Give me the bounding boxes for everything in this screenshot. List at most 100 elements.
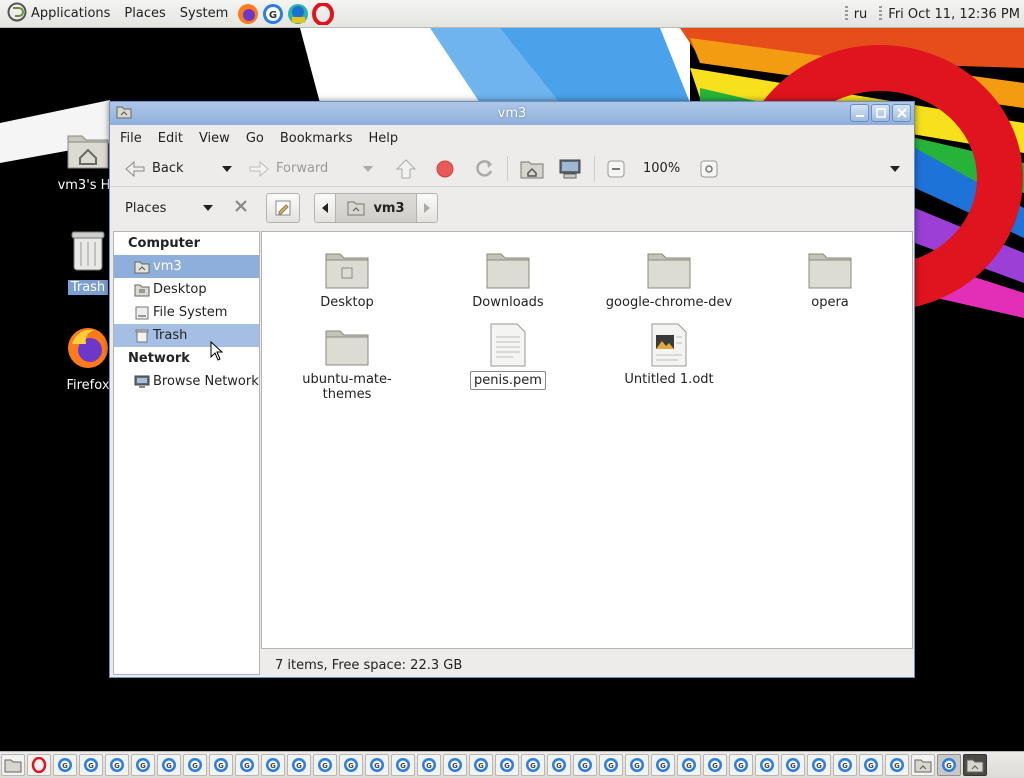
sidebar-selector[interactable]: Places — [113, 201, 213, 216]
sidebar-item-file-system[interactable]: File System — [114, 301, 259, 324]
menu-view[interactable]: View — [191, 131, 238, 146]
taskbar-window-button[interactable]: G — [547, 754, 571, 776]
sidebar-item-browse-network[interactable]: Browse Network — [114, 370, 259, 393]
toolbar-overflow-button[interactable] — [886, 154, 904, 184]
taskbar-window-button[interactable]: G — [781, 754, 805, 776]
sidebar-section-network: Network — [128, 351, 190, 366]
zoom-out-button[interactable] — [603, 154, 629, 184]
taskbar-window-button[interactable]: G — [625, 754, 649, 776]
file-item-desktop[interactable]: Desktop — [277, 240, 417, 311]
path-scroll-left-button[interactable] — [314, 193, 336, 223]
close-button[interactable] — [892, 104, 911, 122]
forward-history-dropdown[interactable] — [359, 154, 377, 184]
taskbar-window-button[interactable] — [963, 754, 987, 776]
taskbar-window-button[interactable]: G — [885, 754, 909, 776]
chevron-down-icon — [363, 165, 373, 172]
taskbar-window-button[interactable]: G — [157, 754, 181, 776]
toggle-location-button[interactable] — [266, 193, 300, 223]
taskbar-window-button[interactable]: G — [365, 754, 389, 776]
taskbar-window-button[interactable]: G — [105, 754, 129, 776]
sidebar-item-trash[interactable]: Trash — [114, 324, 259, 347]
taskbar-window-button[interactable]: G — [469, 754, 493, 776]
back-history-dropdown[interactable] — [218, 154, 236, 184]
file-item-downloads[interactable]: Downloads — [438, 240, 578, 311]
taskbar-window-button[interactable]: G — [729, 754, 753, 776]
reload-button[interactable] — [469, 154, 499, 184]
sidebar-item-vm3[interactable]: vm3 — [114, 255, 259, 278]
taskbar-window-button[interactable]: G — [495, 754, 519, 776]
file-icon-view[interactable]: Desktop Downloads google-chrome-dev oper… — [261, 231, 913, 649]
taskbar-window-button[interactable]: G — [417, 754, 441, 776]
file-item-opera[interactable]: opera — [760, 240, 900, 311]
taskbar-window-button[interactable]: G — [235, 754, 259, 776]
path-segment-vm3[interactable]: vm3 — [336, 193, 416, 223]
applications-menu[interactable]: Applications — [0, 0, 117, 28]
computer-button[interactable] — [554, 154, 586, 184]
system-menu[interactable]: System — [173, 0, 235, 28]
system-menu-label: System — [179, 6, 229, 21]
edge-dev-launcher[interactable] — [286, 2, 310, 26]
taskbar-window-button[interactable]: G — [391, 754, 415, 776]
menu-bookmarks[interactable]: Bookmarks — [272, 131, 361, 146]
window-titlebar[interactable]: vm3 — [110, 102, 914, 125]
file-item-google-chrome-dev[interactable]: google-chrome-dev — [599, 240, 739, 311]
minimize-button[interactable] — [850, 104, 869, 122]
taskbar-window-button[interactable]: G — [937, 754, 961, 776]
taskbar-window-button[interactable]: G — [53, 754, 77, 776]
firefox-launcher[interactable] — [236, 2, 260, 26]
show-desktop-button[interactable] — [1, 754, 25, 776]
taskbar-window-button[interactable]: G — [131, 754, 155, 776]
taskbar-window-button[interactable] — [911, 754, 935, 776]
taskbar-window-button[interactable]: G — [703, 754, 727, 776]
taskbar-window-button[interactable]: G — [677, 754, 701, 776]
menu-help[interactable]: Help — [360, 131, 406, 146]
places-menu[interactable]: Places — [117, 0, 172, 28]
zoom-in-button[interactable] — [696, 154, 722, 184]
back-button[interactable]: Back — [120, 154, 218, 184]
file-item-untitled-odt[interactable]: Untitled 1.odt — [599, 317, 739, 388]
taskbar-window-button[interactable]: G — [79, 754, 103, 776]
path-scroll-right-button[interactable] — [416, 193, 438, 223]
stop-button[interactable] — [431, 154, 459, 184]
taskbar-window-button[interactable]: G — [755, 754, 779, 776]
zoom-level[interactable]: 100% — [643, 161, 680, 176]
taskbar-window-button[interactable]: G — [287, 754, 311, 776]
taskbar-window-button[interactable]: G — [807, 754, 831, 776]
taskbar-window-button[interactable]: G — [573, 754, 597, 776]
svg-text:G: G — [530, 762, 536, 770]
close-sidebar-button[interactable] — [235, 200, 247, 216]
file-item-ubuntu-mate-themes[interactable]: ubuntu-mate-themes — [277, 317, 417, 403]
taskbar-window-button[interactable]: G — [859, 754, 883, 776]
chrome-icon: G — [213, 757, 229, 773]
keyboard-layout[interactable]: ru — [854, 7, 868, 22]
taskbar-window-button[interactable]: G — [521, 754, 545, 776]
menu-edit[interactable]: Edit — [150, 131, 191, 146]
taskbar-window-button[interactable]: G — [183, 754, 207, 776]
home-button[interactable] — [516, 154, 548, 184]
taskbar-window-button[interactable]: G — [599, 754, 623, 776]
taskbar-window-button[interactable]: G — [339, 754, 363, 776]
menu-go[interactable]: Go — [238, 131, 272, 146]
svg-text:G: G — [868, 762, 874, 770]
file-item-penis-pem[interactable]: penis.pem — [438, 317, 578, 390]
taskbar-window-button[interactable]: G — [209, 754, 233, 776]
up-button[interactable] — [391, 154, 421, 184]
svg-text:G: G — [114, 762, 120, 770]
taskbar-window-button[interactable]: G — [651, 754, 675, 776]
svg-text:G: G — [270, 762, 276, 770]
taskbar-window-button[interactable]: G — [261, 754, 285, 776]
clock[interactable]: Fri Oct 11, 12:36 PM — [888, 7, 1020, 22]
chrome-icon: G — [837, 757, 853, 773]
firefox-icon — [238, 3, 259, 24]
sidebar-item-desktop[interactable]: Desktop — [114, 278, 259, 301]
chrome-launcher[interactable]: G — [261, 2, 285, 26]
taskbar-window-button[interactable]: G — [443, 754, 467, 776]
opera-launcher[interactable] — [311, 2, 335, 26]
taskbar-window-button[interactable]: G — [313, 754, 337, 776]
panel-separator — [844, 6, 848, 22]
menu-file[interactable]: File — [112, 131, 150, 146]
forward-button[interactable]: Forward — [244, 154, 359, 184]
taskbar-window-button[interactable]: G — [833, 754, 857, 776]
maximize-button[interactable] — [871, 104, 890, 122]
taskbar-window-button[interactable] — [27, 754, 51, 776]
